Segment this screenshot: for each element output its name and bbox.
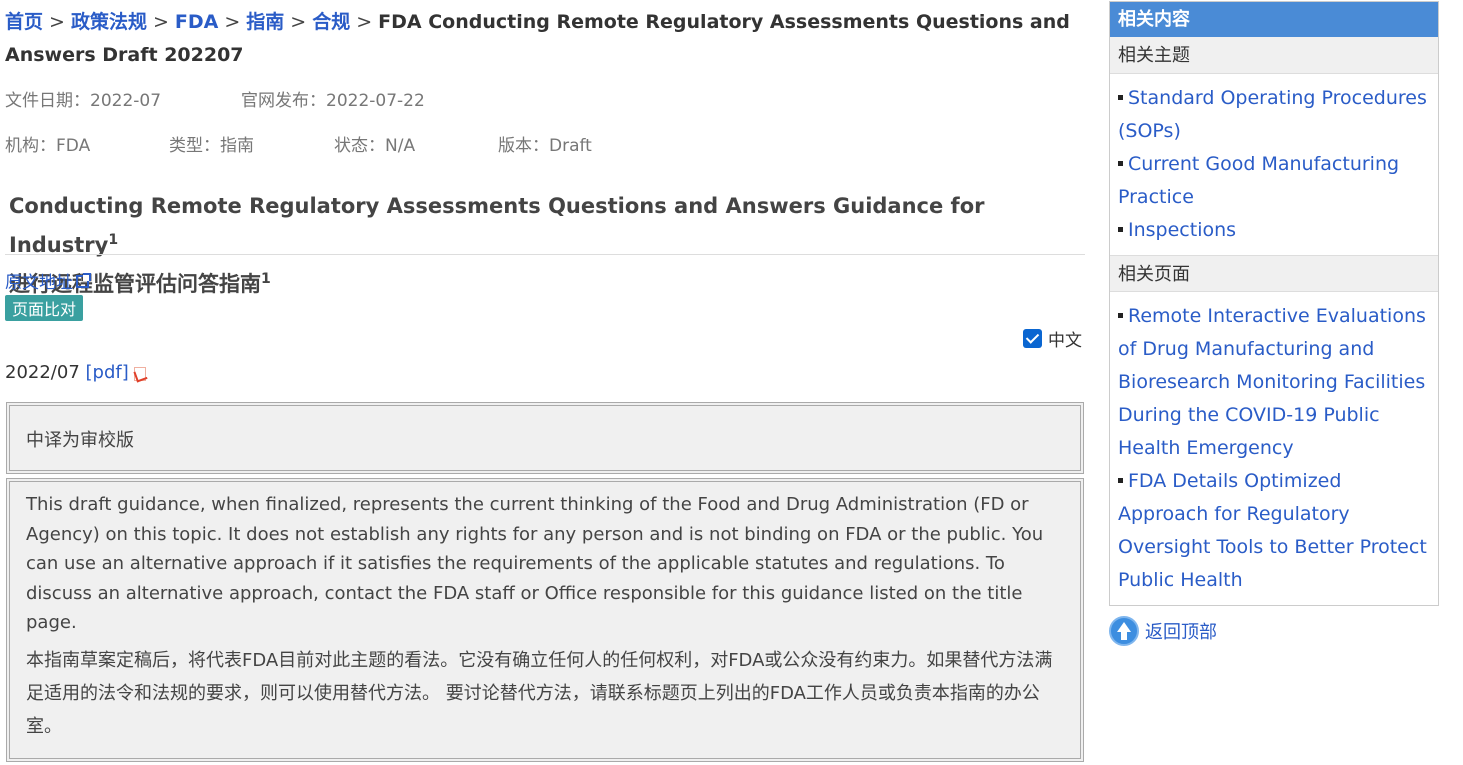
back-to-top-button[interactable]: 返回顶部	[1109, 616, 1217, 646]
list-item: Standard Operating Procedures (SOPs)	[1118, 82, 1430, 148]
breadcrumb-home[interactable]: 首页	[5, 11, 43, 33]
meta-doc-date: 文件日期：2022-07	[5, 91, 162, 111]
breadcrumb-fda[interactable]: FDA	[175, 11, 218, 33]
breadcrumb-compliance[interactable]: 合规	[312, 11, 350, 33]
breadcrumb-guide[interactable]: 指南	[246, 11, 284, 33]
breadcrumb-separator: >	[224, 11, 241, 33]
back-to-top-label: 返回顶部	[1145, 622, 1217, 643]
external-link-icon	[76, 273, 91, 288]
title-english: Conducting Remote Regulatory Assessments…	[9, 194, 985, 257]
title-divider	[5, 254, 1085, 255]
sidebar: 相关内容 相关主题 Standard Operating Procedures …	[1109, 1, 1439, 606]
topic-link-cgmp[interactable]: Current Good Manufacturing Practice	[1118, 153, 1399, 208]
pdf-link[interactable]: [pdf]	[86, 362, 129, 383]
main-content: 首页 > 政策法规 > FDA > 指南 > 合规 > FDA Conducting Remote …	[5, 6, 1085, 762]
breadcrumb-separator: >	[152, 11, 169, 33]
breadcrumb-separator: >	[356, 11, 373, 33]
list-item: Current Good Manufacturing Practice	[1118, 148, 1430, 214]
related-pages-heading: 相关页面	[1110, 255, 1438, 292]
chinese-toggle[interactable]: 中文	[1023, 326, 1082, 351]
original-link-label: 原文地址	[5, 273, 73, 293]
list-item: Inspections	[1118, 214, 1430, 247]
page-link-oversight-tools[interactable]: FDA Details Optimized Approach for Regul…	[1118, 470, 1427, 591]
disclaimer-english: This draft guidance, when finalized, rep…	[26, 494, 1044, 633]
checkbox-checked-icon[interactable]	[1023, 329, 1042, 348]
breadcrumb-policy[interactable]: 政策法规	[71, 11, 147, 33]
related-topics-list: Standard Operating Procedures (SOPs) Cur…	[1110, 74, 1438, 255]
arrow-up-circle-icon	[1109, 616, 1139, 646]
related-topics-heading: 相关主题	[1110, 37, 1438, 74]
breadcrumb-separator: >	[290, 11, 307, 33]
list-item: Remote Interactive Evaluations of Drug M…	[1118, 300, 1430, 465]
document-date-line: 2022/07 [pdf]	[5, 362, 146, 383]
pdf-icon[interactable]	[132, 365, 146, 381]
compare-button[interactable]: 页面比对	[5, 295, 84, 321]
meta-status: 状态：N/A	[334, 136, 416, 156]
breadcrumb: 首页 > 政策法规 > FDA > 指南 > 合规 > FDA Conducting Remote …	[5, 6, 1085, 72]
review-note: 中译为审校版	[26, 430, 134, 451]
original-link[interactable]: 原文地址	[5, 268, 91, 293]
topic-link-sops[interactable]: Standard Operating Procedures (SOPs)	[1118, 87, 1427, 142]
title-footnote[interactable]: 1	[108, 232, 118, 248]
sidebar-heading: 相关内容	[1110, 2, 1438, 37]
meta-agency: 机构：FDA	[5, 136, 91, 156]
list-item: FDA Details Optimized Approach for Regul…	[1118, 465, 1430, 597]
document-date: 2022/07	[5, 362, 80, 383]
related-pages-list: Remote Interactive Evaluations of Drug M…	[1110, 292, 1438, 605]
disclaimer-box: This draft guidance, when finalized, rep…	[6, 478, 1084, 762]
disclaimer-chinese: 本指南草案定稿后，将代表FDA目前对此主题的看法。它没有确立任何人的任何权利，对…	[26, 649, 1053, 737]
page-title: Conducting Remote Regulatory Assessments…	[9, 189, 1085, 301]
related-content-panel: 相关内容 相关主题 Standard Operating Procedures …	[1109, 1, 1439, 606]
breadcrumb-separator: >	[49, 11, 65, 33]
meta-type: 类型：指南	[169, 136, 254, 156]
title-footnote[interactable]: 1	[261, 271, 271, 287]
page-link-remote-evaluations[interactable]: Remote Interactive Evaluations of Drug M…	[1118, 305, 1426, 459]
review-note-box: 中译为审校版	[6, 402, 1084, 474]
chinese-toggle-label: 中文	[1048, 331, 1082, 351]
topic-link-inspections[interactable]: Inspections	[1128, 219, 1236, 241]
meta-version: 版本：Draft	[498, 136, 592, 156]
meta-published: 官网发布：2022-07-22	[241, 91, 425, 111]
